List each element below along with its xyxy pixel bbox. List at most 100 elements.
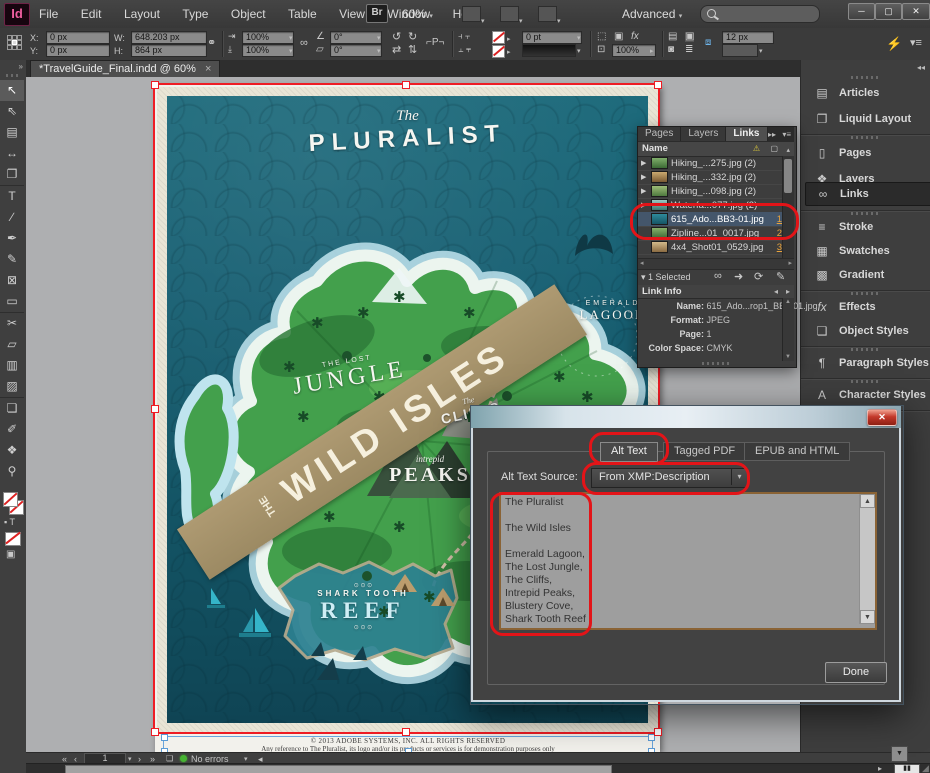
stroke-swatch-none[interactable] <box>492 31 505 44</box>
tool-gap[interactable]: ↔ <box>0 143 24 164</box>
tool-pencil[interactable]: ✎ <box>0 249 24 270</box>
corner-options-icon[interactable]: ⬚ <box>597 32 606 42</box>
chevron-down-icon[interactable]: ▾ <box>128 755 132 763</box>
menu-object[interactable]: Object <box>222 0 275 28</box>
height-field[interactable]: 864 px <box>131 44 207 57</box>
link-row-selected[interactable]: 615_Ado...BB3-01.jpg1 <box>638 212 785 227</box>
panel-gripper[interactable] <box>6 74 20 77</box>
chevron-down-icon[interactable]: ▾ <box>289 34 293 42</box>
chevron-down-icon[interactable]: ▾ <box>519 10 523 28</box>
tab-epub-html[interactable]: EPUB and HTML <box>744 442 850 461</box>
tab-links[interactable]: Links <box>726 127 767 141</box>
hscroll-thumb[interactable] <box>65 765 612 773</box>
link-row[interactable]: ▶Hiking_...275.jpg (2) <box>638 156 785 171</box>
menu-type[interactable]: Type <box>173 0 217 28</box>
fill-swatch-none[interactable] <box>492 45 505 58</box>
view-options-icon[interactable] <box>462 6 481 22</box>
menu-edit[interactable]: Edit <box>72 0 111 28</box>
tab-layers[interactable]: Layers <box>681 127 726 141</box>
dock-item-pages[interactable]: ▯Pages <box>805 142 930 164</box>
x-position-field[interactable]: 0 px <box>46 31 110 44</box>
disclosure-icon[interactable]: ▶ <box>641 173 648 181</box>
dock-gripper[interactable] <box>851 292 879 295</box>
apply-none-swatch[interactable] <box>5 532 21 546</box>
tab-close-icon[interactable]: × <box>205 63 211 75</box>
chevron-down-icon[interactable]: ▾ <box>557 10 561 28</box>
formatting-affects-icons[interactable]: ▪ T <box>4 518 15 527</box>
width-field[interactable]: 648.203 px <box>131 31 207 44</box>
relink-cc-icon[interactable]: ∞ <box>714 270 722 282</box>
tool-rectangle[interactable]: ▭ <box>0 291 24 312</box>
chevron-down-icon[interactable]: ▾ <box>289 47 293 55</box>
link-row[interactable]: ▶Waterfa...077.jpg (2) <box>638 198 785 213</box>
dock-item-links[interactable]: ∞Links <box>805 182 930 206</box>
update-link-icon[interactable]: ⟳ <box>754 270 763 283</box>
chevron-down-icon[interactable]: ▾ <box>377 34 381 42</box>
info-scrollbar[interactable]: ▲ ▼ <box>782 298 794 361</box>
alt-text-source-dropdown[interactable]: From XMP:Description ▾ <box>591 468 748 488</box>
footer-text-frame[interactable]: © 2013 ADOBE SYSTEMS, INC. ALL RIGHTS RE… <box>163 736 653 752</box>
tool-selection[interactable]: ↖ <box>0 80 24 101</box>
dock-gripper[interactable] <box>851 348 879 351</box>
panel-menu-icon[interactable]: ▾≡ <box>910 38 922 49</box>
link-info-header[interactable]: Link Info ◂ ▸ <box>638 285 794 299</box>
link-row[interactable]: ▶Hiking_...332.jpg (2) <box>638 170 785 185</box>
minimize-button[interactable]: ─ <box>848 3 875 20</box>
warning-column-icon[interactable]: ⚠ <box>753 144 760 153</box>
distribute-icon[interactable]: ⫞ ⫟ <box>458 32 470 41</box>
scroll-down-icon[interactable]: ▼ <box>785 354 791 360</box>
close-button[interactable]: ✕ <box>902 3 930 20</box>
scroll-up-icon[interactable]: ▲ <box>785 299 791 305</box>
corner-shape-dropdown[interactable] <box>722 44 758 57</box>
frame-handle[interactable] <box>648 734 655 741</box>
dialog-title-bar[interactable]: ✕ <box>471 406 901 429</box>
edit-original-icon[interactable]: ✎ <box>776 270 785 283</box>
fill-color-swatch[interactable] <box>3 492 18 507</box>
reference-point-proxy[interactable] <box>7 35 23 51</box>
constrain-scale-icon[interactable]: ∞ <box>300 38 308 49</box>
relink-icon[interactable]: ➜ <box>734 270 743 283</box>
tab-tagged-pdf[interactable]: Tagged PDF <box>663 442 746 461</box>
link-row[interactable]: ▶Hiking_...098.jpg (2) <box>638 184 785 199</box>
tool-pen[interactable]: ✒ <box>0 228 24 249</box>
dock-item-paragraph-styles[interactable]: ¶Paragraph Styles <box>805 352 930 374</box>
align-icon[interactable]: ⫠ ⫧ <box>458 45 471 54</box>
rotation-field[interactable]: 0° <box>330 31 382 44</box>
tool-gradient[interactable]: ▥ <box>0 355 24 376</box>
effects-icon[interactable]: fx <box>631 32 639 42</box>
tool-eyedropper[interactable]: ✐ <box>0 419 24 440</box>
tab-pages[interactable]: Pages <box>638 127 681 141</box>
tab-alt-text[interactable]: Alt Text <box>600 442 658 462</box>
flip-horizontal-icon[interactable]: ⇄ <box>392 45 401 56</box>
tool-direct-selection[interactable]: ⇖ <box>0 101 24 122</box>
page-column-icon[interactable]: ▢ <box>770 144 778 153</box>
tool-line[interactable]: ∕ <box>0 207 24 228</box>
preflight-panel-icon[interactable]: ❏ <box>166 754 173 763</box>
tool-hand[interactable]: ❖ <box>0 440 24 461</box>
tool-free-transform[interactable]: ▱ <box>0 334 24 355</box>
links-vscroll-thumb[interactable] <box>784 159 792 193</box>
dock-item-character-styles[interactable]: ACharacter Styles <box>805 384 930 406</box>
wrap-object-icon[interactable]: ◙ <box>668 45 674 55</box>
chevron-down-icon[interactable]: ▾ <box>481 10 485 28</box>
tool-note[interactable]: ❏ <box>0 397 24 419</box>
textarea-scrollbar[interactable]: ▲ ▼ <box>859 494 875 624</box>
stroke-style-dropdown[interactable] <box>522 44 576 57</box>
maximize-button[interactable]: ▢ <box>875 3 902 20</box>
dock-item-gradient[interactable]: ▩Gradient <box>805 264 930 286</box>
constrain-dimensions-icon[interactable]: ⚭ <box>207 38 216 49</box>
rotate-cw-icon[interactable]: ↻ <box>408 32 417 43</box>
frame-fitting-icon[interactable]: ⧈ <box>705 38 711 48</box>
workspace-switcher[interactable]: Advanced ▾ <box>622 7 682 21</box>
scroll-down-icon[interactable]: ▼ <box>860 610 875 624</box>
done-button[interactable]: Done <box>825 662 887 683</box>
dock-item-swatches[interactable]: ▦Swatches <box>805 240 930 262</box>
screen-mode-button[interactable]: ▣ <box>6 550 15 560</box>
flyout-icon[interactable]: ▸ <box>650 47 654 55</box>
flyout-icon[interactable]: ▸ <box>507 48 511 56</box>
panel-resize-gripper[interactable] <box>702 362 730 365</box>
tool-frame[interactable]: ⊠ <box>0 270 24 291</box>
disclosure-icon[interactable]: ▶ <box>641 187 648 195</box>
chevron-down-icon[interactable]: ▾ <box>577 47 581 55</box>
opacity-icon[interactable]: ⊡ <box>597 45 605 55</box>
